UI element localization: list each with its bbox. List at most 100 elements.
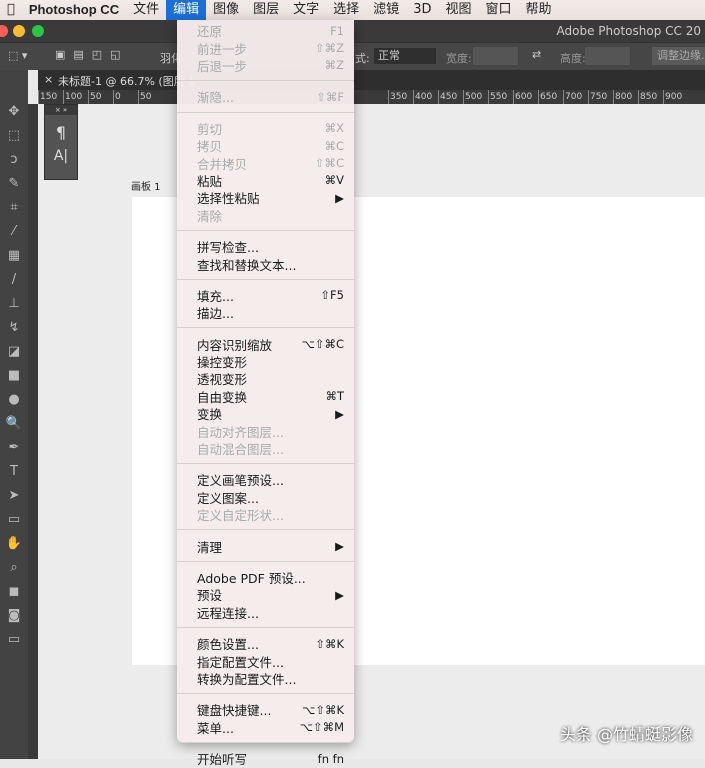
menubar-item[interactable]: 帮助 bbox=[519, 0, 559, 20]
marquee-tool-icon[interactable]: ⬚ ▾ bbox=[8, 49, 27, 62]
path-select-tool-icon[interactable]: ➤ bbox=[0, 484, 28, 508]
lasso-tool-icon[interactable]: ↄ bbox=[0, 148, 28, 172]
crop-tool-icon[interactable]: ⌗ bbox=[0, 196, 28, 220]
type-tool-icon[interactable]: T bbox=[0, 460, 28, 484]
menu-item-label: 键盘快捷键... bbox=[197, 703, 272, 719]
menu-item: 自动对齐图层... bbox=[177, 422, 354, 440]
canvas-area: 画板 1 bbox=[38, 104, 705, 759]
eyedropper-tool-icon[interactable]: ⁄ bbox=[0, 220, 28, 244]
menubar-item[interactable]: 窗口 bbox=[478, 0, 518, 20]
menu-separator bbox=[177, 736, 354, 750]
menubar-item[interactable]: 3D bbox=[406, 0, 438, 20]
menu-item[interactable]: 变换 ▶ bbox=[177, 405, 354, 423]
menu-item[interactable]: 透视变形 bbox=[177, 370, 354, 387]
menu-item: 清除 bbox=[177, 207, 354, 224]
zoom-tool-icon[interactable]: ⌕ bbox=[0, 556, 28, 580]
menu-item[interactable]: 拼写检查... bbox=[177, 238, 354, 255]
marquee-tool-icon[interactable]: ⬚ bbox=[0, 124, 28, 148]
menu-item[interactable]: 指定配置文件... bbox=[177, 652, 354, 670]
gradient-tool-icon[interactable]: ■ bbox=[0, 364, 28, 388]
menubar-item[interactable]: 编辑 bbox=[166, 0, 207, 20]
blur-tool-icon[interactable]: ● bbox=[0, 388, 28, 412]
menu-item[interactable]: 查找和替换文本... bbox=[177, 255, 354, 273]
ruler-tick: 50 bbox=[88, 90, 113, 104]
menu-item-label: 后退一步 bbox=[197, 58, 248, 74]
height-label: 高度: bbox=[560, 52, 586, 65]
menu-item: 后退一步 ⌘Z bbox=[177, 57, 354, 74]
menubar-item[interactable]: Photoshop CC bbox=[22, 0, 126, 20]
menubar-item[interactable]: 视图 bbox=[438, 0, 478, 20]
menu-item-label: 菜单... bbox=[197, 720, 234, 736]
close-window-button[interactable] bbox=[0, 25, 8, 37]
menu-item[interactable]: 预设 ▶ bbox=[177, 586, 354, 604]
eraser-tool-icon[interactable]: ◪ bbox=[0, 340, 28, 364]
menubar-item[interactable]: 滤镜 bbox=[366, 0, 406, 20]
menu-item[interactable]: 转换为配置文件... bbox=[177, 670, 354, 687]
quick-mask-icon[interactable]: ◙ bbox=[0, 604, 28, 628]
menu-item[interactable]: 描边... bbox=[177, 304, 354, 321]
menu-item-label: 拼写检查... bbox=[197, 240, 259, 256]
menu-item[interactable]: 清理 ▶ bbox=[177, 537, 354, 555]
panel-collapse-icon[interactable]: × » bbox=[45, 105, 77, 115]
style-label: 式: bbox=[355, 52, 370, 65]
minimize-window-button[interactable] bbox=[13, 25, 25, 37]
character-icon[interactable]: A| bbox=[45, 148, 77, 164]
dodge-tool-icon[interactable]: 🔍 bbox=[0, 412, 28, 436]
ruler-tick: 450 bbox=[438, 90, 463, 104]
brush-tool-icon[interactable]: / bbox=[0, 268, 28, 292]
shape-tool-icon[interactable]: ▭ bbox=[0, 508, 28, 532]
move-tool-icon[interactable]: ✥ bbox=[0, 100, 28, 124]
menu-separator bbox=[177, 687, 354, 701]
apple-icon[interactable]:  bbox=[0, 0, 22, 20]
menu-separator bbox=[177, 523, 354, 537]
menu-item-label: 剪切 bbox=[197, 121, 223, 137]
close-tab-icon[interactable]: × bbox=[44, 73, 53, 86]
menu-item[interactable]: 自由变换 ⌘T bbox=[177, 388, 354, 405]
menu-item[interactable]: 键盘快捷键... ⌥⇧⌘K bbox=[177, 701, 354, 719]
menu-item[interactable]: 选择性粘贴 ▶ bbox=[177, 189, 354, 207]
menu-item[interactable]: 定义图案... bbox=[177, 489, 354, 506]
swap-icon[interactable]: ⇄ bbox=[532, 48, 541, 61]
menu-item: 合并拷贝 ⇧⌘C bbox=[177, 154, 354, 172]
paragraph-icon[interactable]: ¶ bbox=[45, 123, 77, 142]
stamp-tool-icon[interactable]: ⊥ bbox=[0, 292, 28, 316]
menubar-item[interactable]: 选择 bbox=[326, 0, 366, 20]
menubar-item[interactable]: 图层 bbox=[246, 0, 286, 20]
hand-tool-icon[interactable]: ✋ bbox=[0, 532, 28, 556]
style-select[interactable]: 正常 bbox=[374, 48, 436, 64]
screen-mode-icon[interactable]: ▭ bbox=[0, 628, 28, 652]
selection-mode-icons[interactable]: ▣▤◰◱ bbox=[55, 48, 129, 61]
menubar-item[interactable]: 文字 bbox=[286, 0, 326, 20]
horizontal-ruler: 150 100 50 0 50 350 400 450 500 550 600 650 700 750 80… bbox=[38, 90, 705, 104]
ruler-tick: 750 bbox=[588, 90, 613, 104]
menu-item[interactable]: 菜单... ⌥⇧⌘M bbox=[177, 719, 354, 736]
width-input[interactable] bbox=[473, 47, 518, 65]
ruler-tick: 50 bbox=[138, 90, 163, 104]
menubar-item[interactable]: 文件 bbox=[126, 0, 166, 20]
zoom-window-button[interactable] bbox=[32, 25, 44, 37]
menu-item[interactable]: 颜色设置... ⇧⌘K bbox=[177, 635, 354, 653]
menu-item[interactable]: 粘贴 ⌘V bbox=[177, 172, 354, 189]
menu-separator bbox=[177, 273, 354, 287]
menu-item[interactable]: 定义画笔预设... bbox=[177, 471, 354, 488]
ruler-tick: 350 bbox=[388, 90, 413, 104]
color-swatches-icon[interactable]: ◼ bbox=[0, 580, 28, 604]
height-input[interactable] bbox=[585, 47, 630, 65]
healing-tool-icon[interactable]: ▦ bbox=[0, 244, 28, 268]
pen-tool-icon[interactable]: ✒ bbox=[0, 436, 28, 460]
menu-item[interactable]: 操控变形 bbox=[177, 353, 354, 370]
refine-edge-button[interactable]: 调整边缘... bbox=[652, 47, 705, 65]
document-tab[interactable]: 未标题-1 @ 66.7% (图层 1 bbox=[58, 73, 195, 89]
menu-item[interactable]: 填充... ⇧F5 bbox=[177, 287, 354, 304]
menubar-item[interactable]: 图像 bbox=[206, 0, 246, 20]
quick-select-tool-icon[interactable]: ✎ bbox=[0, 172, 28, 196]
menu-item-label: 还原 bbox=[197, 24, 223, 40]
menu-item-shortcut: ⌥⇧⌘M bbox=[299, 720, 344, 735]
menu-item-label: 填充... bbox=[197, 288, 234, 304]
ruler-tick: 650 bbox=[538, 90, 563, 104]
menu-item[interactable]: 内容识别缩放 ⌥⇧⌘C bbox=[177, 335, 354, 353]
menu-item[interactable]: Adobe PDF 预设... bbox=[177, 569, 354, 586]
history-brush-icon[interactable]: ↯ bbox=[0, 316, 28, 340]
ruler-tick: 500 bbox=[463, 90, 488, 104]
menu-item[interactable]: 远程连接... bbox=[177, 604, 354, 621]
